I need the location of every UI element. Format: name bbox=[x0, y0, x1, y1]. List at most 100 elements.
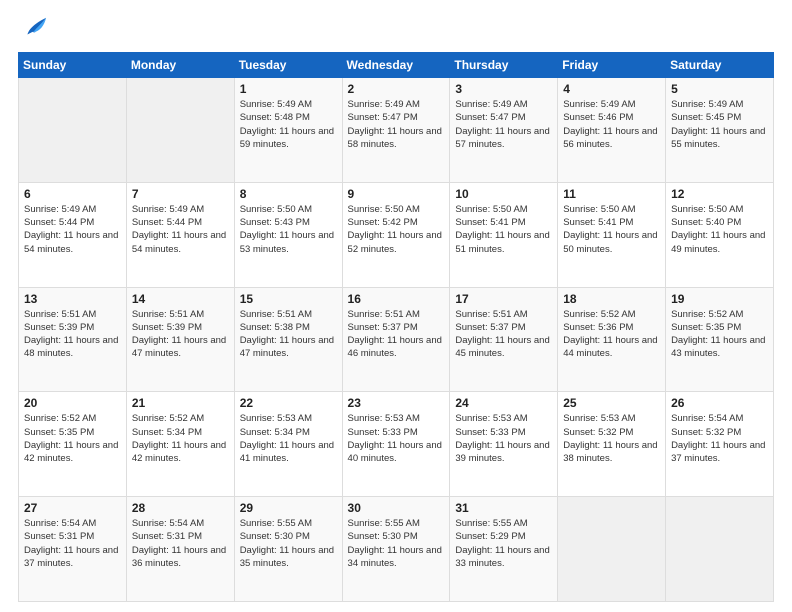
calendar-week-row: 20 Sunrise: 5:52 AMSunset: 5:35 PMDayligh… bbox=[19, 392, 774, 497]
calendar-cell: 29 Sunrise: 5:55 AMSunset: 5:30 PMDayligh… bbox=[234, 497, 342, 602]
day-info: Sunrise: 5:49 AMSunset: 5:44 PMDaylight:… bbox=[132, 203, 229, 256]
day-number: 18 bbox=[563, 292, 660, 306]
calendar-cell: 10 Sunrise: 5:50 AMSunset: 5:41 PMDayligh… bbox=[450, 182, 558, 287]
day-number: 24 bbox=[455, 396, 552, 410]
header bbox=[18, 18, 774, 42]
day-info: Sunrise: 5:52 AMSunset: 5:35 PMDaylight:… bbox=[24, 412, 121, 465]
weekday-header-wednesday: Wednesday bbox=[342, 53, 450, 78]
day-info: Sunrise: 5:49 AMSunset: 5:47 PMDaylight:… bbox=[348, 98, 445, 151]
weekday-header-thursday: Thursday bbox=[450, 53, 558, 78]
day-number: 3 bbox=[455, 82, 552, 96]
day-info: Sunrise: 5:50 AMSunset: 5:42 PMDaylight:… bbox=[348, 203, 445, 256]
day-info: Sunrise: 5:52 AMSunset: 5:35 PMDaylight:… bbox=[671, 308, 768, 361]
day-info: Sunrise: 5:52 AMSunset: 5:34 PMDaylight:… bbox=[132, 412, 229, 465]
calendar-cell: 19 Sunrise: 5:52 AMSunset: 5:35 PMDayligh… bbox=[666, 287, 774, 392]
calendar-table: SundayMondayTuesdayWednesdayThursdayFrid… bbox=[18, 52, 774, 602]
calendar-cell: 28 Sunrise: 5:54 AMSunset: 5:31 PMDayligh… bbox=[126, 497, 234, 602]
calendar-cell: 21Sunrise: 5:52 AMSunset: 5:34 PMDayligh… bbox=[126, 392, 234, 497]
day-info: Sunrise: 5:51 AMSunset: 5:37 PMDaylight:… bbox=[348, 308, 445, 361]
weekday-header-friday: Friday bbox=[558, 53, 666, 78]
day-info: Sunrise: 5:53 AMSunset: 5:33 PMDaylight:… bbox=[348, 412, 445, 465]
day-info: Sunrise: 5:51 AMSunset: 5:39 PMDaylight:… bbox=[24, 308, 121, 361]
calendar-cell: 23 Sunrise: 5:53 AMSunset: 5:33 PMDayligh… bbox=[342, 392, 450, 497]
day-number: 25 bbox=[563, 396, 660, 410]
day-number: 12 bbox=[671, 187, 768, 201]
logo-bird-icon bbox=[20, 14, 48, 42]
day-number: 6 bbox=[24, 187, 121, 201]
day-info: Sunrise: 5:53 AMSunset: 5:34 PMDaylight:… bbox=[240, 412, 337, 465]
day-info: Sunrise: 5:55 AMSunset: 5:30 PMDaylight:… bbox=[240, 517, 337, 570]
calendar-cell: 5 Sunrise: 5:49 AMSunset: 5:45 PMDaylight… bbox=[666, 78, 774, 183]
calendar-cell: 26 Sunrise: 5:54 AMSunset: 5:32 PMDayligh… bbox=[666, 392, 774, 497]
day-number: 13 bbox=[24, 292, 121, 306]
calendar-cell bbox=[666, 497, 774, 602]
day-number: 26 bbox=[671, 396, 768, 410]
calendar-cell: 7Sunrise: 5:49 AMSunset: 5:44 PMDaylight… bbox=[126, 182, 234, 287]
calendar-cell bbox=[126, 78, 234, 183]
calendar-cell: 30 Sunrise: 5:55 AMSunset: 5:30 PMDayligh… bbox=[342, 497, 450, 602]
calendar-cell: 2Sunrise: 5:49 AMSunset: 5:47 PMDaylight… bbox=[342, 78, 450, 183]
day-info: Sunrise: 5:54 AMSunset: 5:32 PMDaylight:… bbox=[671, 412, 768, 465]
day-number: 29 bbox=[240, 501, 337, 515]
day-number: 15 bbox=[240, 292, 337, 306]
day-info: Sunrise: 5:51 AMSunset: 5:38 PMDaylight:… bbox=[240, 308, 337, 361]
day-number: 17 bbox=[455, 292, 552, 306]
calendar-cell: 20 Sunrise: 5:52 AMSunset: 5:35 PMDayligh… bbox=[19, 392, 127, 497]
calendar-cell: 16Sunrise: 5:51 AMSunset: 5:37 PMDayligh… bbox=[342, 287, 450, 392]
day-info: Sunrise: 5:51 AMSunset: 5:39 PMDaylight:… bbox=[132, 308, 229, 361]
day-info: Sunrise: 5:50 AMSunset: 5:43 PMDaylight:… bbox=[240, 203, 337, 256]
calendar-cell: 4 Sunrise: 5:49 AMSunset: 5:46 PMDaylight… bbox=[558, 78, 666, 183]
calendar-cell: 22 Sunrise: 5:53 AMSunset: 5:34 PMDayligh… bbox=[234, 392, 342, 497]
day-number: 10 bbox=[455, 187, 552, 201]
day-info: Sunrise: 5:49 AMSunset: 5:46 PMDaylight:… bbox=[563, 98, 660, 151]
weekday-header-tuesday: Tuesday bbox=[234, 53, 342, 78]
weekday-header-saturday: Saturday bbox=[666, 53, 774, 78]
calendar-cell: 3 Sunrise: 5:49 AMSunset: 5:47 PMDaylight… bbox=[450, 78, 558, 183]
calendar-cell: 11 Sunrise: 5:50 AMSunset: 5:41 PMDayligh… bbox=[558, 182, 666, 287]
calendar-header-row: SundayMondayTuesdayWednesdayThursdayFrid… bbox=[19, 53, 774, 78]
calendar-cell: 18 Sunrise: 5:52 AMSunset: 5:36 PMDayligh… bbox=[558, 287, 666, 392]
day-info: Sunrise: 5:52 AMSunset: 5:36 PMDaylight:… bbox=[563, 308, 660, 361]
calendar-cell bbox=[19, 78, 127, 183]
day-number: 8 bbox=[240, 187, 337, 201]
page: SundayMondayTuesdayWednesdayThursdayFrid… bbox=[0, 0, 792, 612]
calendar-cell: 14 Sunrise: 5:51 AMSunset: 5:39 PMDayligh… bbox=[126, 287, 234, 392]
day-info: Sunrise: 5:50 AMSunset: 5:40 PMDaylight:… bbox=[671, 203, 768, 256]
day-info: Sunrise: 5:50 AMSunset: 5:41 PMDaylight:… bbox=[563, 203, 660, 256]
calendar-cell: 27 Sunrise: 5:54 AMSunset: 5:31 PMDayligh… bbox=[19, 497, 127, 602]
day-info: Sunrise: 5:49 AMSunset: 5:45 PMDaylight:… bbox=[671, 98, 768, 151]
calendar-cell: 8 Sunrise: 5:50 AMSunset: 5:43 PMDaylight… bbox=[234, 182, 342, 287]
calendar-cell: 31 Sunrise: 5:55 AMSunset: 5:29 PMDayligh… bbox=[450, 497, 558, 602]
day-number: 31 bbox=[455, 501, 552, 515]
day-info: Sunrise: 5:54 AMSunset: 5:31 PMDaylight:… bbox=[24, 517, 121, 570]
calendar-cell: 17Sunrise: 5:51 AMSunset: 5:37 PMDayligh… bbox=[450, 287, 558, 392]
day-info: Sunrise: 5:49 AMSunset: 5:47 PMDaylight:… bbox=[455, 98, 552, 151]
day-number: 19 bbox=[671, 292, 768, 306]
calendar-week-row: 27 Sunrise: 5:54 AMSunset: 5:31 PMDayligh… bbox=[19, 497, 774, 602]
calendar-week-row: 1Sunrise: 5:49 AMSunset: 5:48 PMDaylight… bbox=[19, 78, 774, 183]
day-info: Sunrise: 5:55 AMSunset: 5:30 PMDaylight:… bbox=[348, 517, 445, 570]
day-info: Sunrise: 5:49 AMSunset: 5:48 PMDaylight:… bbox=[240, 98, 337, 151]
day-number: 20 bbox=[24, 396, 121, 410]
calendar-cell: 1Sunrise: 5:49 AMSunset: 5:48 PMDaylight… bbox=[234, 78, 342, 183]
day-info: Sunrise: 5:55 AMSunset: 5:29 PMDaylight:… bbox=[455, 517, 552, 570]
day-number: 9 bbox=[348, 187, 445, 201]
calendar-cell: 24 Sunrise: 5:53 AMSunset: 5:33 PMDayligh… bbox=[450, 392, 558, 497]
calendar-cell: 9 Sunrise: 5:50 AMSunset: 5:42 PMDaylight… bbox=[342, 182, 450, 287]
day-number: 11 bbox=[563, 187, 660, 201]
weekday-header-sunday: Sunday bbox=[19, 53, 127, 78]
day-number: 4 bbox=[563, 82, 660, 96]
day-info: Sunrise: 5:50 AMSunset: 5:41 PMDaylight:… bbox=[455, 203, 552, 256]
day-number: 22 bbox=[240, 396, 337, 410]
day-info: Sunrise: 5:53 AMSunset: 5:32 PMDaylight:… bbox=[563, 412, 660, 465]
day-info: Sunrise: 5:53 AMSunset: 5:33 PMDaylight:… bbox=[455, 412, 552, 465]
day-info: Sunrise: 5:54 AMSunset: 5:31 PMDaylight:… bbox=[132, 517, 229, 570]
calendar-cell: 15 Sunrise: 5:51 AMSunset: 5:38 PMDayligh… bbox=[234, 287, 342, 392]
day-number: 27 bbox=[24, 501, 121, 515]
day-number: 23 bbox=[348, 396, 445, 410]
day-number: 5 bbox=[671, 82, 768, 96]
logo bbox=[18, 18, 48, 42]
day-number: 14 bbox=[132, 292, 229, 306]
day-number: 30 bbox=[348, 501, 445, 515]
day-number: 28 bbox=[132, 501, 229, 515]
